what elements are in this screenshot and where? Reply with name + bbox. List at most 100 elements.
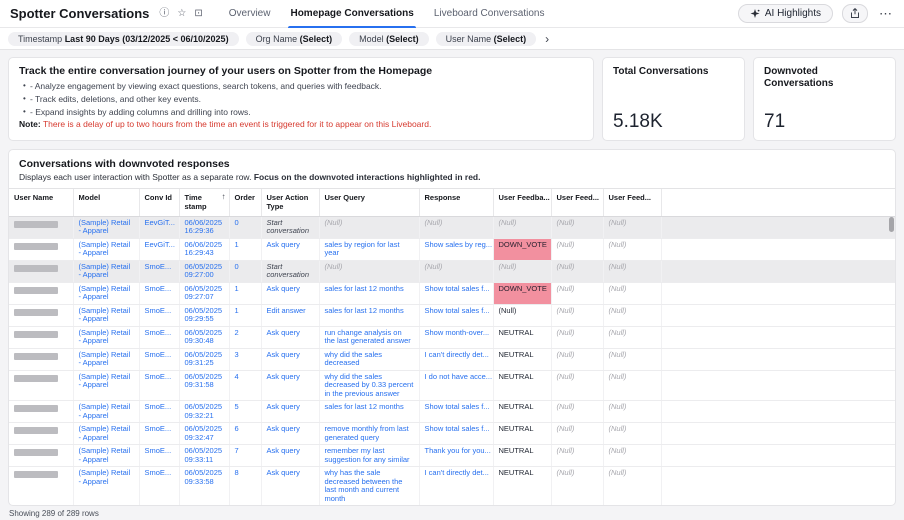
column-header-user-action-type[interactable]: User Action Type	[261, 189, 319, 216]
cell-timestamp[interactable]: 06/05/2025 09:31:58	[179, 370, 229, 401]
table-row[interactable]: (Sample) Retail - ApparelSmoE...06/05/20…	[9, 282, 895, 304]
cell-user-query[interactable]: sales for last 12 months	[319, 304, 419, 326]
column-header-user-feed[interactable]: User Feed...	[551, 189, 603, 216]
cell-response[interactable]: Thank you for you...	[419, 445, 493, 467]
cell-user-query[interactable]: why did the sales decreased	[319, 348, 419, 370]
cell-response[interactable]: (Null)	[419, 260, 493, 282]
more-options-button[interactable]: ⋯	[877, 6, 894, 22]
filter-chip-org-name[interactable]: Org Name (Select)	[246, 32, 343, 46]
column-header-conv-id[interactable]: Conv Id	[139, 189, 179, 216]
cell-user-action-type[interactable]: Ask query	[261, 401, 319, 423]
table-row[interactable]: (Sample) Retail - ApparelSmoE...06/05/20…	[9, 326, 895, 348]
cell-user-query[interactable]: why has the sale decreased between the l…	[319, 467, 419, 505]
cell-user-query[interactable]: remember my last suggestion for any simi…	[319, 445, 419, 467]
cell-user-action-type[interactable]: Ask query	[261, 282, 319, 304]
column-header-time-stamp[interactable]: Time stamp↑	[179, 189, 229, 216]
favorite-star-icon[interactable]: ☆	[177, 9, 186, 19]
cell-conv-id[interactable]: SmoE...	[139, 445, 179, 467]
tab-liveboard-conversations[interactable]: Liveboard Conversations	[424, 0, 555, 28]
cell-conv-id[interactable]: SmoE...	[139, 423, 179, 445]
cell-user-action-type[interactable]: Ask query	[261, 445, 319, 467]
cell-conv-id[interactable]: SmoE...	[139, 467, 179, 505]
column-header-response[interactable]: Response	[419, 189, 493, 216]
cell-response[interactable]: I can't directly det...	[419, 348, 493, 370]
filter-chip-user-name[interactable]: User Name (Select)	[436, 32, 537, 46]
cell-timestamp[interactable]: 06/05/2025 09:33:11	[179, 445, 229, 467]
cell-timestamp[interactable]: 06/06/2025 16:29:36	[179, 216, 229, 238]
share-button[interactable]	[842, 4, 868, 23]
cell-response[interactable]: Show total sales f...	[419, 423, 493, 445]
cell-order[interactable]: 7	[229, 445, 261, 467]
table-scrollbar-thumb[interactable]	[889, 217, 894, 232]
cell-response[interactable]: (Null)	[419, 216, 493, 238]
cell-user-query[interactable]: why did the sales decreased by 0.33 perc…	[319, 370, 419, 401]
cell-order[interactable]: 1	[229, 282, 261, 304]
cell-timestamp[interactable]: 06/05/2025 09:31:25	[179, 348, 229, 370]
cell-model[interactable]: (Sample) Retail - Apparel	[73, 326, 139, 348]
cell-user-action-type[interactable]: Start conversation	[261, 216, 319, 238]
cell-order[interactable]: 8	[229, 467, 261, 505]
cell-user-action-type[interactable]: Edit answer	[261, 304, 319, 326]
cell-user-query[interactable]: sales by region for last year	[319, 238, 419, 260]
cell-response[interactable]: Show total sales f...	[419, 401, 493, 423]
cell-conv-id[interactable]: SmoE...	[139, 401, 179, 423]
column-header-user-query[interactable]: User Query	[319, 189, 419, 216]
filters-scroll-right-icon[interactable]: ›	[543, 33, 551, 45]
cell-order[interactable]: 5	[229, 401, 261, 423]
cell-user-action-type[interactable]: Ask query	[261, 423, 319, 445]
cell-timestamp[interactable]: 06/05/2025 09:27:00	[179, 260, 229, 282]
cell-model[interactable]: (Sample) Retail - Apparel	[73, 304, 139, 326]
cell-model[interactable]: (Sample) Retail - Apparel	[73, 370, 139, 401]
cell-timestamp[interactable]: 06/06/2025 16:29:43	[179, 238, 229, 260]
cell-order[interactable]: 1	[229, 304, 261, 326]
cell-response[interactable]: Show sales by reg...	[419, 238, 493, 260]
cell-response[interactable]: Show total sales f...	[419, 304, 493, 326]
cell-order[interactable]: 0	[229, 260, 261, 282]
cell-model[interactable]: (Sample) Retail - Apparel	[73, 282, 139, 304]
info-icon[interactable]: ⓘ	[159, 9, 169, 19]
column-header-user-name[interactable]: User Name	[9, 189, 73, 216]
cell-timestamp[interactable]: 06/05/2025 09:29:55	[179, 304, 229, 326]
cell-response[interactable]: Show total sales f...	[419, 282, 493, 304]
cell-model[interactable]: (Sample) Retail - Apparel	[73, 348, 139, 370]
cell-model[interactable]: (Sample) Retail - Apparel	[73, 260, 139, 282]
table-row[interactable]: (Sample) Retail - ApparelSmoE...06/05/20…	[9, 445, 895, 467]
cell-conv-id[interactable]: EevGiT...	[139, 216, 179, 238]
cell-user-query[interactable]: (Null)	[319, 216, 419, 238]
cell-timestamp[interactable]: 06/05/2025 09:30:48	[179, 326, 229, 348]
cell-conv-id[interactable]: SmoE...	[139, 370, 179, 401]
cell-conv-id[interactable]: EevGiT...	[139, 238, 179, 260]
cell-user-query[interactable]: (Null)	[319, 260, 419, 282]
cell-user-action-type[interactable]: Ask query	[261, 326, 319, 348]
cell-conv-id[interactable]: SmoE...	[139, 260, 179, 282]
cell-user-query[interactable]: sales for last 12 months	[319, 282, 419, 304]
table-row[interactable]: (Sample) Retail - ApparelSmoE...06/05/20…	[9, 260, 895, 282]
cell-user-query[interactable]: remove monthly from last generated query	[319, 423, 419, 445]
cell-model[interactable]: (Sample) Retail - Apparel	[73, 445, 139, 467]
cell-conv-id[interactable]: SmoE...	[139, 326, 179, 348]
table-row[interactable]: (Sample) Retail - ApparelSmoE...06/05/20…	[9, 401, 895, 423]
cell-order[interactable]: 2	[229, 326, 261, 348]
cell-timestamp[interactable]: 06/05/2025 09:32:47	[179, 423, 229, 445]
cell-order[interactable]: 1	[229, 238, 261, 260]
cell-order[interactable]: 0	[229, 216, 261, 238]
cell-response[interactable]: Show month-over...	[419, 326, 493, 348]
tab-overview[interactable]: Overview	[219, 0, 281, 28]
cell-conv-id[interactable]: SmoE...	[139, 304, 179, 326]
cell-user-action-type[interactable]: Ask query	[261, 370, 319, 401]
table-row[interactable]: (Sample) Retail - ApparelSmoE...06/05/20…	[9, 304, 895, 326]
column-header-order[interactable]: Order	[229, 189, 261, 216]
cell-timestamp[interactable]: 06/05/2025 09:27:07	[179, 282, 229, 304]
cell-user-query[interactable]: run change analysis on the last generate…	[319, 326, 419, 348]
cell-model[interactable]: (Sample) Retail - Apparel	[73, 467, 139, 505]
ai-highlights-button[interactable]: AI Highlights	[738, 4, 833, 23]
cell-conv-id[interactable]: SmoE...	[139, 282, 179, 304]
table-row[interactable]: (Sample) Retail - ApparelSmoE...06/05/20…	[9, 423, 895, 445]
cell-response[interactable]: I can't directly det...	[419, 467, 493, 505]
tab-homepage-conversations[interactable]: Homepage Conversations	[280, 0, 423, 28]
table-row[interactable]: (Sample) Retail - ApparelSmoE...06/05/20…	[9, 467, 895, 505]
cell-user-action-type[interactable]: Start conversation	[261, 260, 319, 282]
cell-response[interactable]: I do not have acce...	[419, 370, 493, 401]
table-row[interactable]: (Sample) Retail - ApparelEevGiT...06/06/…	[9, 216, 895, 238]
table-row[interactable]: (Sample) Retail - ApparelSmoE...06/05/20…	[9, 348, 895, 370]
